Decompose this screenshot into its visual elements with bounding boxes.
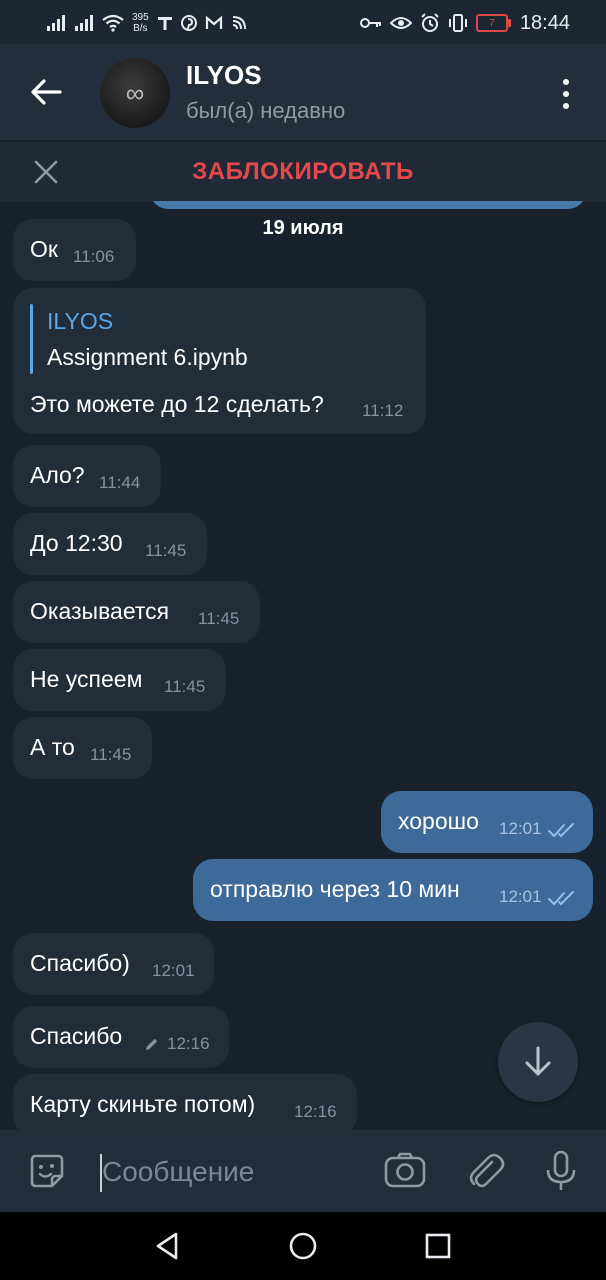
key-icon <box>359 18 381 28</box>
app-t-icon <box>157 17 172 30</box>
scroll-down-icon <box>525 1046 551 1076</box>
reply-quote-bar <box>30 304 33 374</box>
outgoing-message[interactable]: хорошо 12:01 <box>381 791 593 853</box>
message-text: Спасибо <box>30 1023 123 1049</box>
back-button[interactable] <box>26 72 66 112</box>
message-time: 12:01 <box>152 961 195 980</box>
microphone-icon <box>546 1150 576 1190</box>
chat-title[interactable]: ILYOS <box>186 60 262 91</box>
status-bar-left: 395 B/s <box>46 8 247 38</box>
incoming-message[interactable]: До 12:30 11:45 <box>13 513 207 575</box>
network-speed-unit: B/s <box>133 23 148 34</box>
nav-home-button[interactable] <box>285 1228 321 1264</box>
message-time: 12:16 <box>167 1034 210 1053</box>
message-input[interactable]: Сообщение <box>102 1156 254 1188</box>
message-text: А то <box>30 734 75 760</box>
signal-icon <box>75 15 93 31</box>
message-text: Ало? <box>30 462 85 488</box>
message-time: 11:06 <box>73 247 115 266</box>
message-list[interactable]: 19 июля Ок 11:06 ILYOS Assignment 6.ipyn… <box>0 201 606 1130</box>
incoming-message[interactable]: Спасибо 12:16 <box>13 1006 229 1068</box>
signal-icon <box>47 15 65 31</box>
date-separator: 19 июля <box>262 217 344 239</box>
incoming-message[interactable]: Ало? 11:44 <box>13 445 161 507</box>
message-time: 11:45 <box>145 541 187 560</box>
nav-back-icon <box>156 1232 178 1260</box>
vibrate-icon <box>448 14 467 32</box>
nav-recents-button[interactable] <box>420 1228 456 1264</box>
nav-home-icon <box>289 1232 317 1260</box>
double-check-icon <box>548 823 574 838</box>
incoming-message[interactable]: Карту скиньте потом) 12:16 <box>13 1074 357 1130</box>
nav-recents-icon <box>425 1233 451 1259</box>
message-text: Не успеем <box>30 666 143 692</box>
status-bar-right: 7 18:44 <box>359 8 570 38</box>
alarm-icon <box>421 13 439 32</box>
attach-icon <box>469 1153 505 1188</box>
message-text: Карту скиньте потом) <box>30 1091 256 1117</box>
message-text: хорошо <box>398 808 479 834</box>
wifi-icon <box>102 14 124 32</box>
mail-icon <box>205 15 222 29</box>
incoming-message[interactable]: Не успеем 11:45 <box>13 649 226 711</box>
more-vertical-icon-dot <box>563 91 569 97</box>
battery-indicator: 7 <box>475 14 511 32</box>
camera-button[interactable] <box>382 1148 428 1194</box>
network-speed: 395 B/s <box>132 12 149 34</box>
block-bar: ЗАБЛОКИРОВАТЬ <box>0 141 606 202</box>
message-text: Ок <box>30 236 58 262</box>
message-time: 11:45 <box>164 677 206 696</box>
message-time: 11:12 <box>362 401 404 420</box>
voice-record-button[interactable] <box>538 1148 584 1194</box>
previous-message-bubble <box>150 201 586 209</box>
incoming-message[interactable]: Оказывается 11:45 <box>13 581 260 643</box>
message-time: 11:44 <box>99 473 141 492</box>
more-vertical-icon <box>563 79 569 85</box>
cast-icon <box>232 16 246 30</box>
camera-icon <box>384 1152 426 1188</box>
block-user-button[interactable]: ЗАБЛОКИРОВАТЬ <box>0 158 606 186</box>
message-time: 11:45 <box>90 745 132 764</box>
eye-icon <box>389 17 412 29</box>
message-text: До 12:30 <box>30 530 123 556</box>
incoming-message[interactable]: Спасибо) 12:01 <box>13 933 214 995</box>
more-options-button[interactable] <box>552 74 580 114</box>
sticker-button[interactable] <box>24 1148 70 1194</box>
status-time: 18:44 <box>519 11 570 34</box>
incoming-message-reply[interactable]: ILYOS Assignment 6.ipynb Это можете до 1… <box>13 288 426 434</box>
message-composer: Сообщение <box>0 1130 606 1212</box>
message-text: Оказывается <box>30 598 170 624</box>
reply-text[interactable]: Assignment 6.ipynb <box>47 344 248 371</box>
message-time: 11:45 <box>198 609 240 628</box>
double-check-icon <box>548 891 574 906</box>
pencil-icon <box>146 1038 158 1050</box>
sticker-icon <box>30 1154 64 1188</box>
reply-sender[interactable]: ILYOS <box>47 308 113 335</box>
nav-back-button[interactable] <box>150 1228 186 1264</box>
message-time: 12:01 <box>499 887 542 906</box>
message-text: Спасибо) <box>30 950 130 976</box>
battery-level: 7 <box>489 17 495 29</box>
more-vertical-icon-dot <box>563 103 569 109</box>
network-speed-value: 395 <box>132 12 149 23</box>
system-navigation-bar <box>0 1212 606 1280</box>
avatar[interactable]: ∞ <box>100 58 170 128</box>
avatar-infinity-icon: ∞ <box>125 77 145 108</box>
message-time: 12:16 <box>294 1102 337 1121</box>
chat-last-seen: был(а) недавно <box>186 98 346 123</box>
back-arrow-icon <box>31 79 62 105</box>
status-bar: 395 B/s 7 18:44 <box>0 0 606 44</box>
message-text: отправлю через 10 мин <box>210 876 460 902</box>
incoming-message[interactable]: Ок 11:06 <box>13 219 136 281</box>
outgoing-message[interactable]: отправлю через 10 мин 12:01 <box>193 859 593 921</box>
message-text: Это можете до 12 сделать? <box>30 391 324 417</box>
attach-button[interactable] <box>462 1148 508 1194</box>
incoming-message[interactable]: А то 11:45 <box>13 717 152 779</box>
chat-header: ∞ ILYOS был(а) недавно <box>0 44 606 140</box>
scroll-down-button[interactable] <box>498 1022 578 1102</box>
pinterest-icon <box>180 15 197 31</box>
message-time: 12:01 <box>499 819 542 838</box>
